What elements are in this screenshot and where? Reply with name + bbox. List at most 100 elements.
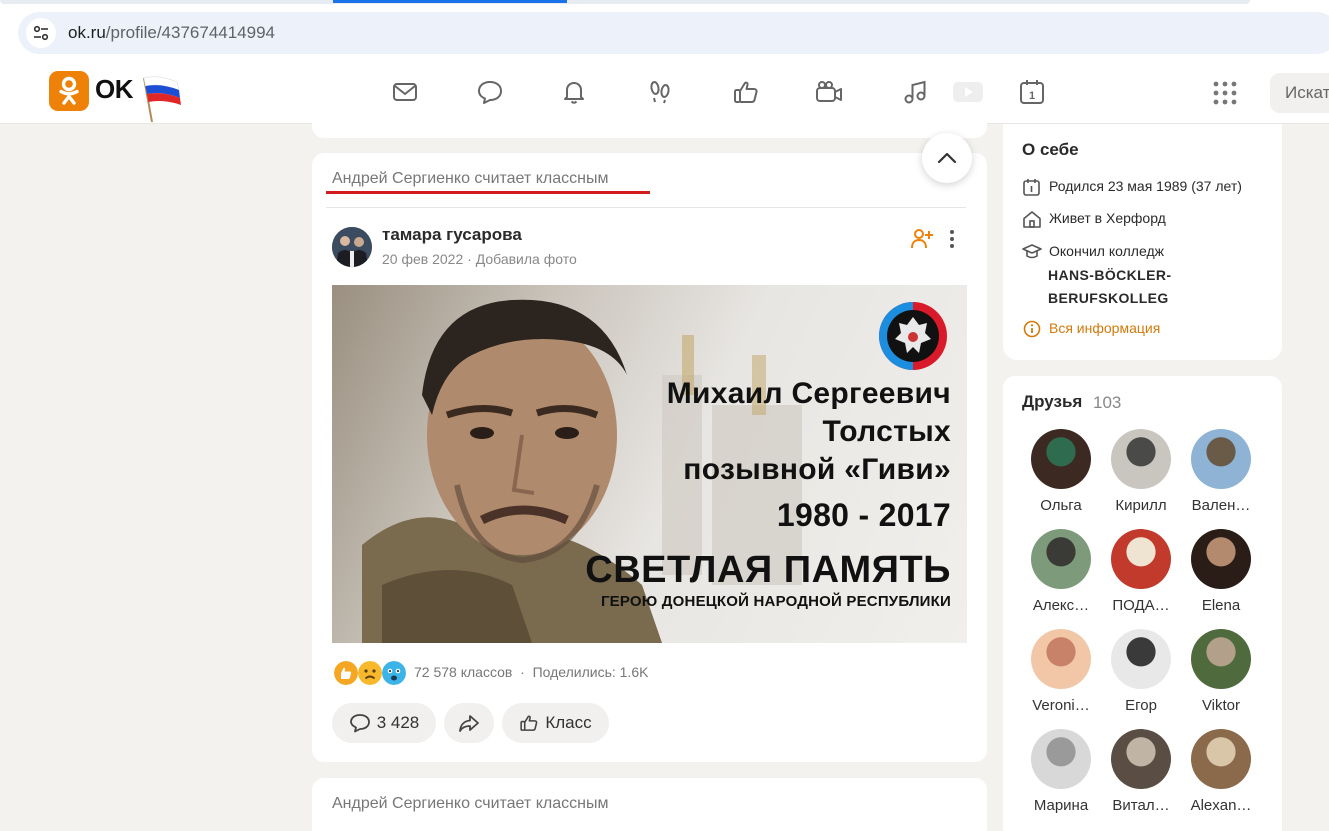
friends-title[interactable]: Друзья <box>1022 392 1082 412</box>
photo-caption-memory: СВЕТЛАЯ ПАМЯТЬ <box>585 549 951 591</box>
calendar-icon[interactable]: 1 <box>1018 78 1046 106</box>
friend-item[interactable]: ПОДА… <box>1102 529 1180 625</box>
photo-caption-name: Михаил Сергеевич <box>666 377 951 410</box>
photo-caption-callsign: позывной «Гиви» <box>683 453 951 486</box>
birthday-text: Родился 23 мая 1989 (37 лет) <box>1049 178 1242 194</box>
about-location: Живет в Херфорд <box>1022 210 1166 228</box>
friend-name[interactable]: Elena <box>1182 597 1260 614</box>
shocked-reaction-icon <box>382 661 406 685</box>
friend-avatar[interactable] <box>1031 629 1091 689</box>
about-title: О себе <box>1022 140 1079 159</box>
active-tab-indicator[interactable] <box>333 0 567 3</box>
friend-name[interactable]: Alexan… <box>1182 797 1260 814</box>
feed-post: Андрей Сергиенко считает классным тамара… <box>312 153 987 762</box>
divider <box>326 207 966 208</box>
friend-avatar[interactable] <box>1111 729 1171 789</box>
friend-item[interactable]: Марина <box>1022 729 1100 825</box>
location-text[interactable]: Живет в Херфорд <box>1049 210 1166 228</box>
add-friend-icon[interactable] <box>910 227 934 251</box>
url-host: ok.ru <box>68 23 106 42</box>
friend-item[interactable]: Viktor <box>1182 629 1260 725</box>
more-options-icon[interactable] <box>942 227 962 251</box>
shares-count[interactable]: Поделились: 1.6K <box>533 664 649 680</box>
friend-name[interactable]: Ольга <box>1022 497 1100 514</box>
friend-name[interactable]: Витал… <box>1102 797 1180 814</box>
chat-icon[interactable] <box>476 78 504 106</box>
logo-text[interactable]: OK <box>95 74 134 105</box>
class-button-label: Класс <box>545 713 592 732</box>
friend-name[interactable]: Veroni… <box>1022 697 1100 714</box>
friend-avatar[interactable] <box>1191 429 1251 489</box>
post-meta: 20 фев 2022 · Добавила фото <box>382 251 577 267</box>
post-date[interactable]: 20 фев 2022 <box>382 251 463 267</box>
friend-avatar[interactable] <box>1031 729 1091 789</box>
graduation-cap-icon <box>1022 244 1042 259</box>
mail-icon[interactable] <box>391 78 419 106</box>
comments-count: 3 428 <box>376 713 420 732</box>
footsteps-icon[interactable] <box>646 78 674 106</box>
friend-item[interactable]: Вален… <box>1182 429 1260 525</box>
author-name[interactable]: тамара гусарова <box>382 225 522 245</box>
apps-grid-icon[interactable] <box>1213 81 1237 105</box>
friend-avatar[interactable] <box>1111 529 1171 589</box>
video-icon[interactable] <box>952 78 984 106</box>
thumb-up-icon <box>520 715 538 731</box>
author-avatar[interactable] <box>332 227 372 267</box>
college-line1: HANS-BÖCKLER- <box>1048 267 1172 283</box>
about-card: О себе Родился 23 мая 1989 (37 лет) Живе… <box>1003 124 1282 360</box>
friend-item[interactable]: Veroni… <box>1022 629 1100 725</box>
post-photo[interactable]: Михаил Сергеевич Толстых позывной «Гиви»… <box>332 285 967 643</box>
friend-name[interactable]: Кирилл <box>1102 497 1180 514</box>
class-button[interactable]: Класс <box>502 703 609 743</box>
friend-avatar[interactable] <box>1031 429 1091 489</box>
friend-item[interactable]: Elena <box>1182 529 1260 625</box>
friend-item[interactable]: Ольга <box>1022 429 1100 525</box>
photo-caption-years: 1980 - 2017 <box>776 497 951 533</box>
site-settings-icon[interactable] <box>26 18 56 48</box>
all-info-link[interactable]: Вся информация <box>1022 320 1160 338</box>
reaction-icons[interactable] <box>332 658 412 688</box>
search-placeholder: Искать <box>1285 83 1329 102</box>
feed-post-2: Андрей Сергиенко считает классным <box>312 778 987 831</box>
friend-item[interactable]: Егор <box>1102 629 1180 725</box>
music-icon[interactable] <box>901 78 929 106</box>
info-icon <box>1023 320 1041 338</box>
college-name[interactable]: HANS-BÖCKLER- BERUFSKOLLEG <box>1048 264 1171 310</box>
url-text[interactable]: ok.ru/profile/437674414994 <box>68 23 275 43</box>
share-icon <box>459 715 479 732</box>
address-bar[interactable]: ok.ru/profile/437674414994 <box>18 12 1329 54</box>
friend-avatar[interactable] <box>1191 629 1251 689</box>
friend-name[interactable]: Viktor <box>1182 697 1260 714</box>
friend-item[interactable]: Алекс… <box>1022 529 1100 625</box>
friend-item[interactable]: Витал… <box>1102 729 1180 825</box>
ok-logo-icon[interactable] <box>49 71 89 111</box>
bell-icon[interactable] <box>560 78 588 106</box>
photo-caption-surname: Толстых <box>822 415 951 448</box>
post-liked-by[interactable]: Андрей Сергиенко считает классным <box>332 170 608 188</box>
sad-reaction-icon <box>358 661 382 685</box>
scroll-up-button[interactable] <box>922 133 972 183</box>
friend-name[interactable]: Вален… <box>1182 497 1260 514</box>
comments-button[interactable]: 3 428 <box>332 703 436 743</box>
post2-liked-by[interactable]: Андрей Сергиенко считает классным <box>332 795 608 813</box>
russia-flag-icon <box>143 76 181 123</box>
calendar-day: 1 <box>1029 90 1035 102</box>
classes-count[interactable]: 72 578 классов <box>414 664 512 680</box>
friend-avatar[interactable] <box>1191 729 1251 789</box>
friend-avatar[interactable] <box>1111 429 1171 489</box>
share-button[interactable] <box>444 703 494 743</box>
friend-item[interactable]: Кирилл <box>1102 429 1180 525</box>
dnr-emblem-icon <box>879 302 947 370</box>
search-input[interactable]: Искать <box>1270 73 1329 113</box>
url-path: /profile/437674414994 <box>105 23 275 42</box>
friend-name[interactable]: ПОДА… <box>1102 597 1180 614</box>
friend-avatar[interactable] <box>1111 629 1171 689</box>
friend-avatar[interactable] <box>1191 529 1251 589</box>
friend-avatar[interactable] <box>1031 529 1091 589</box>
thumb-up-icon[interactable] <box>732 78 760 106</box>
friend-name[interactable]: Марина <box>1022 797 1100 814</box>
friend-name[interactable]: Егор <box>1102 697 1180 714</box>
friend-item[interactable]: Alexan… <box>1182 729 1260 825</box>
friend-name[interactable]: Алекс… <box>1022 597 1100 614</box>
camera-icon[interactable] <box>815 78 843 106</box>
